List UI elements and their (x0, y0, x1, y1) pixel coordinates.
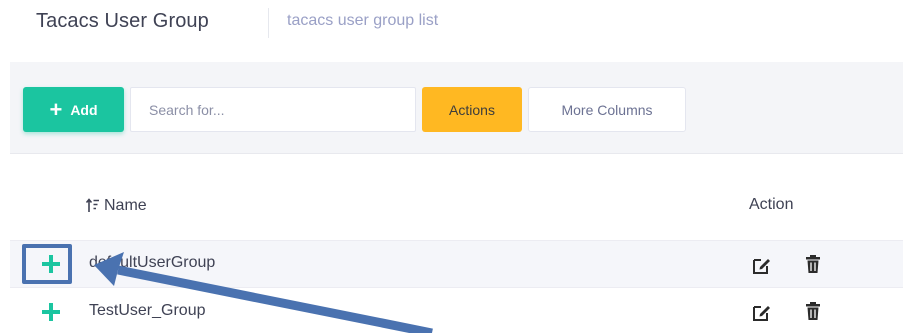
trash-icon[interactable] (803, 301, 823, 321)
more-columns-label: More Columns (561, 101, 653, 118)
table-row: TestUser_Group (10, 288, 903, 333)
title-divider (268, 8, 269, 38)
more-columns-button[interactable]: More Columns (528, 87, 686, 132)
row-name: TestUser_Group (89, 302, 206, 319)
trash-icon[interactable] (803, 254, 823, 274)
search-input[interactable] (130, 87, 416, 132)
expand-row-button[interactable] (38, 299, 64, 325)
column-header-name-label: Name (104, 197, 147, 214)
actions-button[interactable]: Actions (422, 87, 522, 132)
actions-button-label: Actions (449, 101, 495, 118)
sort-icon (86, 198, 99, 212)
column-header-name[interactable]: Name (86, 197, 147, 215)
page-title: Tacacs User Group (36, 10, 209, 32)
add-button-label: Add (70, 101, 98, 118)
annotation-highlight-box (22, 244, 72, 284)
page-subtitle: tacacs user group list (287, 12, 439, 29)
table-row: defaultUserGroup (10, 240, 903, 288)
edit-icon[interactable] (752, 255, 772, 275)
row-name: defaultUserGroup (89, 254, 216, 271)
add-button[interactable]: + Add (23, 87, 124, 132)
plus-icon (42, 303, 60, 321)
column-header-action: Action (749, 196, 794, 213)
toolbar-divider (10, 153, 903, 154)
page-header: Tacacs User Group tacacs user group list (0, 0, 903, 50)
plus-icon: + (49, 96, 63, 122)
edit-icon[interactable] (752, 302, 772, 322)
